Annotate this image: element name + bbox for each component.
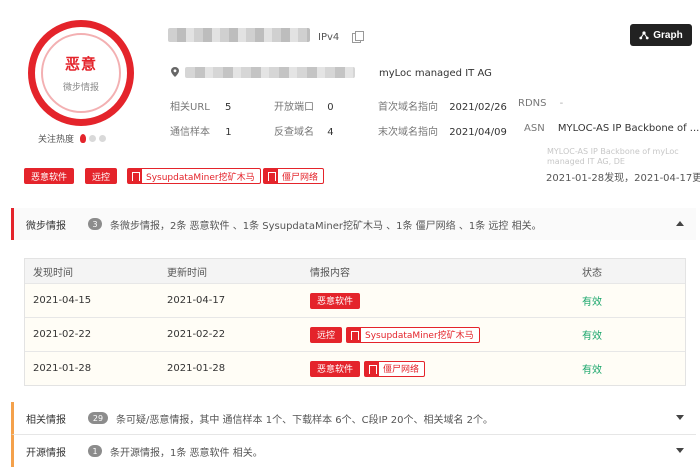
count-badge: 29 <box>88 412 108 424</box>
graph-button[interactable]: Graph <box>630 24 692 46</box>
cell-updated: 2021-04-17 <box>167 295 226 306</box>
bookmark-icon <box>264 169 278 183</box>
stat-value: - <box>559 98 564 109</box>
cell-updated: 2021-02-22 <box>167 329 226 340</box>
stat-last-domain: 末次域名指向 2021/04/09 <box>378 123 507 138</box>
section-summary: 条微步情报，2条 恶意软件 、1条 SysupdataMiner挖矿木马 、1条… <box>110 220 542 232</box>
organization: myLoc managed IT AG <box>379 68 492 79</box>
stat-label: 末次域名指向 <box>378 127 438 138</box>
cell-updated: 2021-01-28 <box>167 363 226 374</box>
chevron-down-icon[interactable] <box>676 415 684 420</box>
chevron-up-icon[interactable] <box>676 221 684 226</box>
verdict-inner: 恶意 微步情报 <box>41 33 121 113</box>
section-opensource[interactable]: 开源情报 1 条开源情报，1条 恶意软件 相关。 <box>11 435 696 467</box>
bookmark-icon <box>347 327 362 342</box>
tag-botnet[interactable]: 僵尸网络 <box>364 360 426 377</box>
flame-icon <box>80 134 87 143</box>
tag-label: 僵尸网络 <box>383 365 420 375</box>
cell-found: 2021-04-15 <box>33 295 92 306</box>
heat-dot <box>99 135 107 142</box>
tag-label: SysupdataMiner挖矿木马 <box>146 172 255 183</box>
stat-comm-samples[interactable]: 通信样本 1 <box>170 123 232 138</box>
cell-status: 有效 <box>582 297 602 308</box>
ip-address-redacted <box>168 28 310 42</box>
stat-value: 2021/02/26 <box>449 102 507 113</box>
tag-label: SysupdataMiner挖矿木马 <box>365 331 474 341</box>
cell-status: 有效 <box>582 365 602 376</box>
tag-remote-control[interactable]: 远控 <box>85 168 118 184</box>
graph-button-label: Graph <box>653 29 683 41</box>
stat-label: 首次域名指向 <box>378 102 438 113</box>
graph-icon <box>639 31 649 40</box>
col-content: 情报内容 <box>310 267 350 279</box>
cell-content: 远控 SysupdataMiner挖矿木马 <box>310 326 582 343</box>
stat-open-ports[interactable]: 开放端口 0 <box>274 98 334 113</box>
count-badge: 1 <box>88 445 102 457</box>
stat-label: 开放端口 <box>274 102 314 113</box>
location-redacted <box>185 67 355 78</box>
chevron-down-icon[interactable] <box>676 448 684 453</box>
table-header: 发现时间 更新时间 情报内容 状态 <box>25 259 685 283</box>
stat-rdns: RDNS - <box>518 98 563 109</box>
stat-reverse-domains[interactable]: 反查域名 4 <box>274 123 334 138</box>
col-status: 状态 <box>582 267 602 279</box>
cell-status: 有效 <box>582 331 602 342</box>
stat-label: RDNS <box>518 98 547 109</box>
heat-meter: 关注热度 <box>38 132 107 145</box>
verdict-circle: 恶意 微步情报 <box>28 20 134 126</box>
tag-malware[interactable]: 恶意软件 <box>24 168 75 184</box>
tag-remote-control[interactable]: 远控 <box>310 326 343 343</box>
tag-malware[interactable]: 恶意软件 <box>310 360 361 377</box>
stat-label: 反查域名 <box>274 127 314 138</box>
tag-sysupdata-miner[interactable]: SysupdataMiner挖矿木马 <box>346 326 480 343</box>
stat-label: 相关URL <box>170 102 210 113</box>
stat-value: 2021/04/09 <box>449 127 507 138</box>
stat-value: 0 <box>327 102 334 113</box>
verdict-title: 恶意 <box>64 55 97 73</box>
stat-label: 通信样本 <box>170 127 210 138</box>
heat-dot <box>89 135 97 142</box>
asn-tooltip-overlay: MYLOC-AS IP Backbone of myLoc managed IT… <box>547 147 679 166</box>
stat-label: ASN <box>524 123 545 134</box>
heat-label: 关注热度 <box>38 135 75 145</box>
stat-value: 4 <box>327 127 334 138</box>
cell-found: 2021-02-22 <box>33 329 92 340</box>
copy-icon[interactable] <box>352 31 364 43</box>
section-related[interactable]: 相关情报 29 条可疑/恶意情报，其中 通信样本 1个、下载样本 6个、C段IP… <box>11 402 696 435</box>
table-row[interactable]: 2021-02-22 2021-02-22 远控 SysupdataMiner挖… <box>25 317 685 351</box>
section-title: 开源情报 <box>26 447 66 459</box>
first-last-seen: 2021-01-28发现，2021-04-17更新 <box>546 173 700 184</box>
bookmark-icon <box>128 169 142 183</box>
section-summary: 条开源情报，1条 恶意软件 相关。 <box>110 447 263 459</box>
tag-malware[interactable]: 恶意软件 <box>310 292 361 309</box>
section-threatbook[interactable]: 微步情报 3 条微步情报，2条 恶意软件 、1条 SysupdataMiner挖… <box>11 208 696 240</box>
cell-found: 2021-01-28 <box>33 363 92 374</box>
section-title: 微步情报 <box>26 220 66 232</box>
tag-label: 僵尸网络 <box>282 172 319 183</box>
stat-related-url[interactable]: 相关URL 5 <box>170 98 231 113</box>
section-summary: 条可疑/恶意情报，其中 通信样本 1个、下载样本 6个、C段IP 20个、相关域… <box>116 414 494 426</box>
stat-asn: ASN MYLOC-AS IP Backbone of ... <box>524 123 699 134</box>
stat-value: 5 <box>225 102 232 113</box>
ip-type: IPv4 <box>318 32 340 43</box>
count-badge: 3 <box>88 218 102 230</box>
stat-first-domain: 首次域名指向 2021/02/26 <box>378 98 507 113</box>
col-updated: 更新时间 <box>167 267 207 279</box>
intel-table: 发现时间 更新时间 情报内容 状态 2021-04-15 2021-04-17 … <box>24 258 686 386</box>
stat-value: MYLOC-AS IP Backbone of ... <box>557 123 700 134</box>
table-row[interactable]: 2021-04-15 2021-04-17 恶意软件 有效 <box>25 283 685 317</box>
tag-sysupdata-miner[interactable]: SysupdataMiner挖矿木马 <box>127 168 261 184</box>
stat-value: 1 <box>225 127 232 138</box>
section-title: 相关情报 <box>26 414 66 426</box>
verdict-subtitle: 微步情报 <box>62 83 99 93</box>
bookmark-icon <box>365 361 380 376</box>
location-icon <box>171 67 179 77</box>
cell-content: 恶意软件 <box>310 292 582 309</box>
cell-content: 恶意软件 僵尸网络 <box>310 360 582 377</box>
table-row[interactable]: 2021-01-28 2021-01-28 恶意软件 僵尸网络 有效 <box>25 351 685 385</box>
tag-botnet[interactable]: 僵尸网络 <box>263 168 325 184</box>
col-found: 发现时间 <box>33 267 73 279</box>
